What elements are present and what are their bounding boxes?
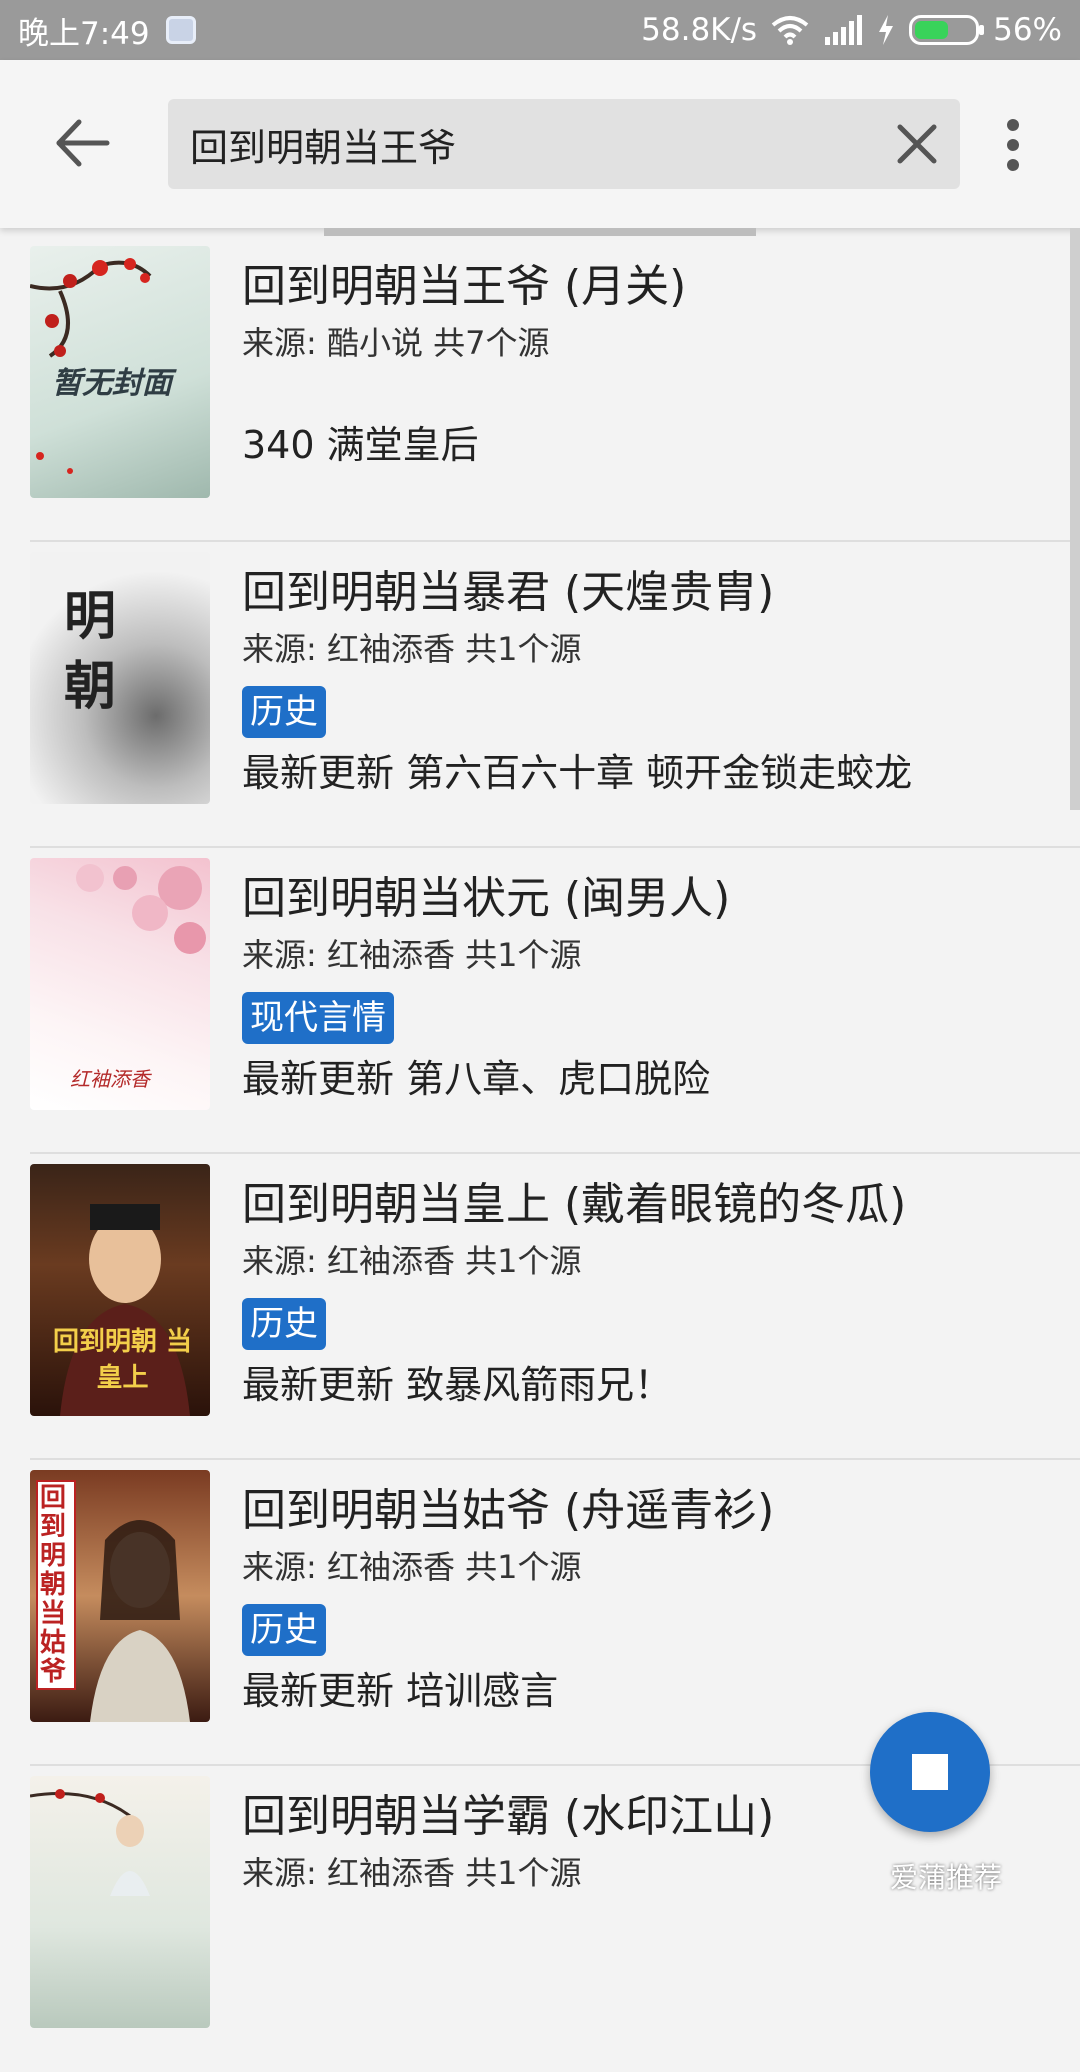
book-title: 回到明朝当状元 (闽男人) — [242, 873, 731, 924]
book-title: 回到明朝当暴君 (天煌贵胄) — [242, 567, 775, 618]
list-item[interactable]: 红袖添香 回到明朝当状元 (闽男人) 来源: 红袖添香 共1个源 现代言情 最新… — [30, 848, 1080, 1154]
cover-text: 回到明朝当姑爷 — [40, 1483, 67, 1687]
latest-chapter: 最新更新 致暴风箭雨兄！ — [242, 1363, 673, 1407]
book-source: 来源: 红袖添香 共1个源 — [242, 936, 582, 974]
book-cover: 红袖添香 — [30, 858, 210, 1110]
battery-icon — [909, 15, 985, 45]
arrow-left-icon[interactable] — [55, 118, 111, 168]
scrollbar[interactable] — [1070, 228, 1080, 810]
latest-chapter: 最新更新 培训感言 — [242, 1669, 559, 1713]
stop-icon — [912, 1754, 948, 1790]
signal-icon — [825, 15, 863, 45]
latest-chapter: 最新更新 第六百六十章 顿开金锁走蛟龙 — [242, 751, 913, 795]
book-cover — [30, 1776, 210, 2028]
loading-progress — [324, 228, 756, 236]
close-icon[interactable] — [894, 121, 940, 167]
more-vertical-icon[interactable] — [998, 118, 1028, 172]
latest-chapter: 最新更新 第八章、虎口脱险 — [242, 1057, 711, 1101]
search-input[interactable] — [190, 99, 870, 189]
latest-chapter: 340 满堂皇后 — [242, 423, 479, 467]
genre-tag: 历史 — [242, 1604, 326, 1656]
book-source: 来源: 酷小说 共7个源 — [242, 324, 550, 362]
book-source: 来源: 红袖添香 共1个源 — [242, 1242, 582, 1280]
book-cover: 回到明朝 当皇上 — [30, 1164, 210, 1416]
cover-text: 红袖添香 — [70, 1067, 150, 1091]
book-title: 回到明朝当皇上 (戴着眼镜的冬瓜) — [242, 1179, 907, 1230]
genre-tag: 历史 — [242, 686, 326, 738]
list-item[interactable]: 回到明朝 当皇上 回到明朝当皇上 (戴着眼镜的冬瓜) 来源: 红袖添香 共1个源… — [30, 1154, 1080, 1460]
list-item[interactable]: 明朝 回到明朝当暴君 (天煌贵胄) 来源: 红袖添香 共1个源 历史 最新更新 … — [30, 542, 1080, 848]
book-title: 回到明朝当王爷 (月关) — [242, 261, 687, 312]
cover-text: 暂无封面 — [52, 366, 172, 401]
search-toolbar — [0, 60, 1080, 228]
status-bar: 晚上7:49 58.8K/s 56% — [0, 0, 1080, 60]
book-cover: 回到明朝当姑爷 — [30, 1470, 210, 1722]
status-right: 58.8K/s 56% — [641, 12, 1062, 48]
stop-button[interactable] — [870, 1712, 990, 1832]
book-cover: 暂无封面 — [30, 246, 210, 498]
genre-tag: 现代言情 — [242, 992, 394, 1044]
book-source: 来源: 红袖添香 共1个源 — [242, 630, 582, 668]
list-item[interactable]: 暂无封面 回到明朝当王爷 (月关) 来源: 酷小说 共7个源 340 满堂皇后 — [30, 236, 1080, 542]
charging-icon — [879, 15, 894, 45]
notification-icon — [165, 16, 196, 44]
book-title: 回到明朝当姑爷 (舟遥青衫) — [242, 1485, 775, 1536]
search-box[interactable] — [168, 99, 960, 189]
book-cover: 明朝 — [30, 552, 210, 804]
genre-tag: 历史 — [242, 1298, 326, 1350]
battery-percent: 56% — [993, 12, 1062, 48]
character-portrait-icon — [30, 1789, 150, 1896]
cover-text: 明朝 — [64, 586, 117, 717]
book-source: 来源: 红袖添香 共1个源 — [242, 1548, 582, 1586]
network-speed: 58.8K/s — [641, 12, 758, 48]
watermark: 爱蒲推荐 — [890, 1861, 1003, 1894]
book-title: 回到明朝当学霸 (水印江山) — [242, 1791, 775, 1842]
book-source: 来源: 红袖添香 共1个源 — [242, 1854, 582, 1892]
wifi-icon — [771, 16, 809, 45]
status-time: 晚上7:49 — [18, 15, 150, 52]
cover-text: 回到明朝 当皇上 — [52, 1327, 193, 1393]
